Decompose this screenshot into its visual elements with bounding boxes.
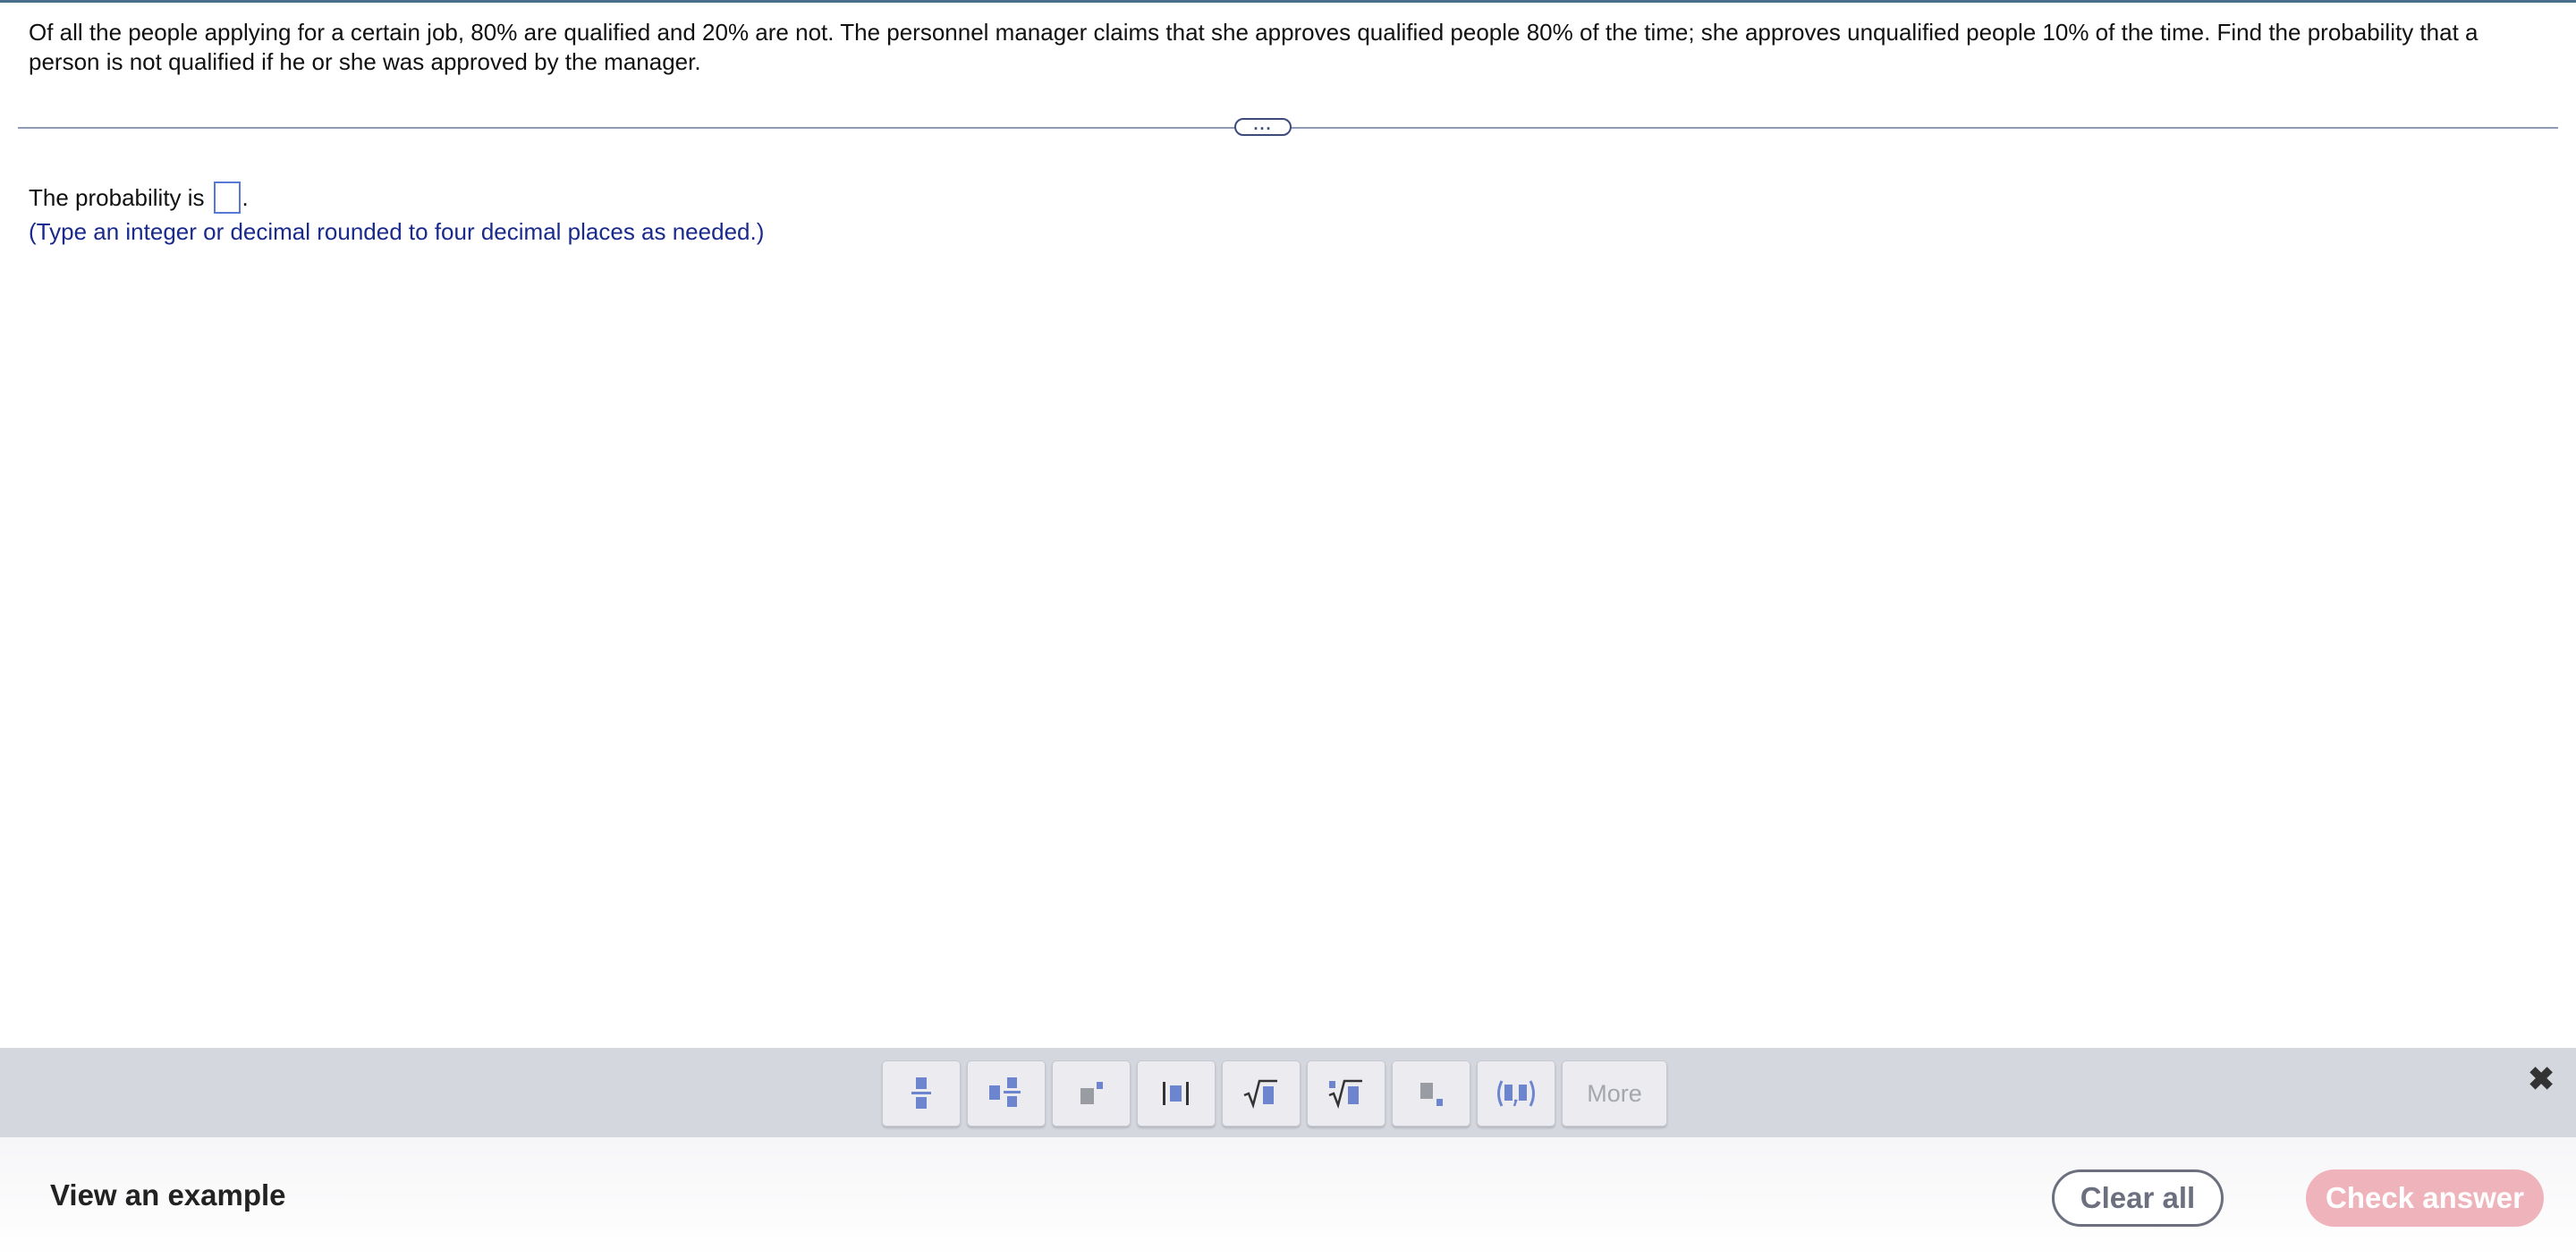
absolute-value-button[interactable] (1137, 1060, 1216, 1127)
answer-hint: (Type an integer or decimal rounded to f… (29, 218, 765, 245)
subscript-icon (1420, 1083, 1443, 1106)
footer-bar: View an example Clear all Check answer (0, 1137, 2576, 1258)
nth-root-button[interactable] (1307, 1060, 1385, 1127)
fraction-icon (911, 1077, 931, 1109)
clear-all-button[interactable]: Clear all (2052, 1169, 2224, 1227)
fraction-button[interactable] (882, 1060, 961, 1127)
mixed-number-button[interactable] (967, 1060, 1046, 1127)
more-button[interactable]: More (1562, 1060, 1667, 1127)
expand-question-button[interactable]: ... (1234, 115, 1292, 136)
check-answer-button[interactable]: Check answer (2306, 1169, 2544, 1227)
exponent-icon (1080, 1082, 1103, 1104)
ordered-pair-button[interactable] (1477, 1060, 1555, 1127)
top-border (0, 0, 2576, 3)
answer-suffix: . (242, 183, 249, 211)
nth-root-icon (1328, 1079, 1362, 1110)
question-text: Of all the people applying for a certain… (29, 19, 2479, 75)
exponent-button[interactable] (1052, 1060, 1131, 1127)
mixed-number-icon (989, 1077, 1021, 1107)
close-icon[interactable]: ✖ (2528, 1060, 2555, 1098)
answer-input[interactable] (213, 182, 241, 214)
absolute-value-icon (1163, 1082, 1189, 1105)
subscript-button[interactable] (1392, 1060, 1470, 1127)
square-root-icon (1243, 1079, 1277, 1110)
square-root-button[interactable] (1222, 1060, 1301, 1127)
answer-prefix: The probability is (29, 183, 205, 211)
ellipsis-icon: ... (1253, 115, 1273, 133)
answer-line: The probability is . (29, 182, 249, 214)
view-example-link[interactable]: View an example (50, 1178, 286, 1212)
math-tool-buttons: More (882, 1060, 1667, 1127)
ordered-pair-icon (1497, 1080, 1535, 1107)
math-toolbar: More ✖ (0, 1048, 2576, 1137)
